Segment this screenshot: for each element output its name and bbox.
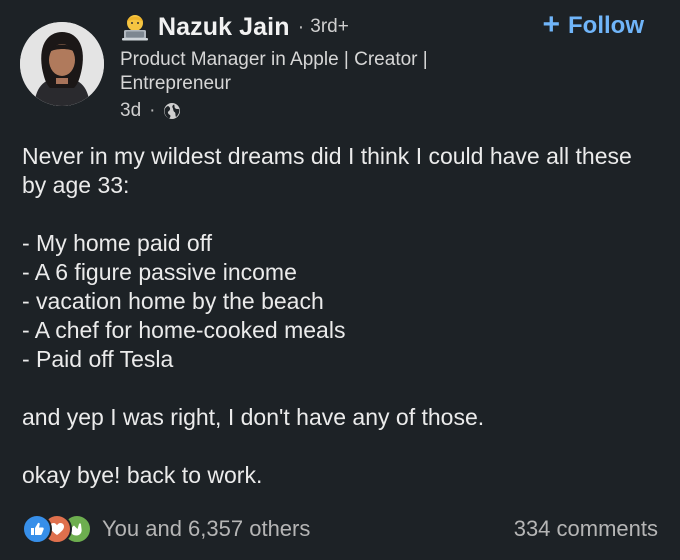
name-separator: · <box>297 15 305 38</box>
author-avatar[interactable] <box>20 22 104 106</box>
list-item: - vacation home by the beach <box>22 288 324 314</box>
social-counts: You and 6,357 others 334 comments <box>22 511 658 547</box>
comments-count[interactable]: 334 comments <box>514 516 658 542</box>
follow-label: Follow <box>568 12 644 39</box>
list-item: - A 6 figure passive income <box>22 259 297 285</box>
reaction-icons <box>22 514 96 544</box>
post-punchline: and yep I was right, I don't have any of… <box>22 404 485 430</box>
meta-separator: · <box>149 100 156 121</box>
author-name[interactable]: Nazuk Jain <box>158 13 290 42</box>
post-timestamp[interactable]: 3d <box>120 100 141 122</box>
list-item: - My home paid off <box>22 230 213 256</box>
post-closing: okay bye! back to work. <box>22 462 263 488</box>
author-info: Nazuk Jain · 3rd+ Product Manager in App… <box>120 8 520 124</box>
author-name-line: Nazuk Jain · 3rd+ <box>120 8 520 46</box>
like-icon <box>22 514 52 544</box>
author-headline: Product Manager in Apple | Creator | Ent… <box>120 49 428 94</box>
plus-icon: + <box>542 7 561 41</box>
reactions-summary[interactable]: You and 6,357 others <box>22 514 310 544</box>
globe-icon <box>163 102 181 120</box>
list-item: - Paid off Tesla <box>22 346 174 372</box>
follow-button[interactable]: + Follow <box>542 7 644 41</box>
reactions-count: You and 6,357 others <box>102 516 311 541</box>
technologist-emoji-icon <box>120 12 150 42</box>
post-intro: Never in my wildest dreams did I think I… <box>22 143 632 198</box>
post-body: Never in my wildest dreams did I think I… <box>22 142 662 490</box>
post-meta: 3d · <box>120 98 520 124</box>
list-item: - A chef for home-cooked meals <box>22 317 346 343</box>
feed-post: Nazuk Jain · 3rd+ Product Manager in App… <box>0 0 680 560</box>
connection-degree: 3rd+ <box>310 16 349 37</box>
